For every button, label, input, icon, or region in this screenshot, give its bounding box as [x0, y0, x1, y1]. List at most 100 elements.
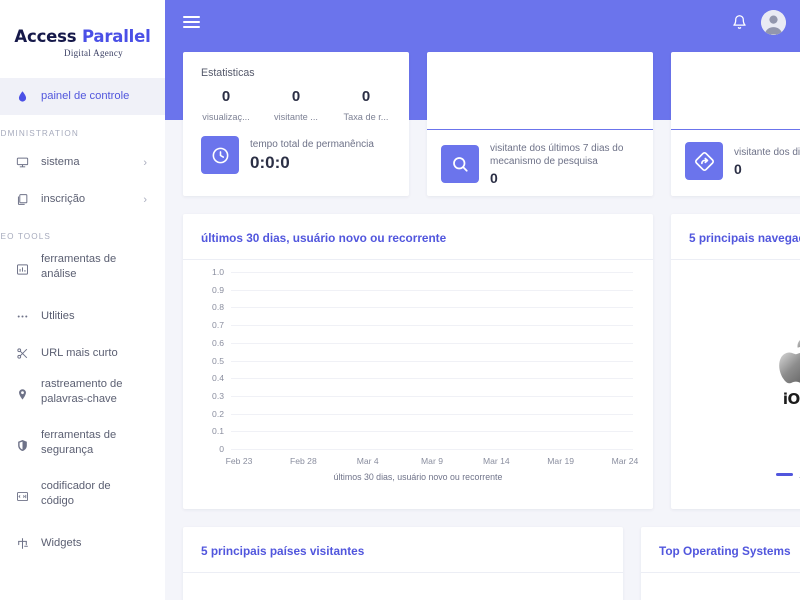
total-time-block: tempo total de permanência 0:0:0: [183, 122, 409, 174]
search-icon: [441, 145, 479, 183]
topbar-actions: [732, 9, 786, 35]
bottom-row: 5 principais países visitantes Top Opera…: [165, 527, 800, 600]
layers-icon: [10, 193, 34, 206]
statistics-card: Estatisticas 0 visualizaç... 0 visitante…: [183, 52, 409, 196]
droplet-icon: [10, 90, 34, 103]
topbar: [165, 0, 800, 44]
sidebar-item-painel-de-controle[interactable]: painel de controle: [0, 78, 165, 115]
sidebar: Access Parallel Digital Agency painel de…: [0, 0, 165, 600]
total-time-value: 0:0:0: [250, 152, 290, 172]
sidebar-section-seo-tools: SEO TOOLS: [0, 232, 51, 241]
chart-y-tick: 1.0: [212, 267, 224, 277]
direct-visitors-text: visitante dos direto 0: [723, 146, 800, 177]
os-heading: Top Operating Systems: [659, 544, 791, 558]
statistics-title: Estatisticas: [201, 67, 255, 79]
metric-value: 0: [221, 88, 231, 105]
metric-label: visitante ...: [274, 112, 318, 122]
chart-gridline: 0.5: [212, 356, 633, 366]
sidebar-item-utlities[interactable]: Utlities: [0, 298, 165, 335]
metric-label: Taxa de r...: [343, 112, 389, 122]
scissors-icon: [10, 347, 34, 360]
stats-row: Estatisticas 0 visualizaç... 0 visitante…: [165, 52, 800, 196]
sidebar-item-label: ferramentas de análise: [41, 253, 117, 281]
search-engine-text: visitante dos últimos 7 dias do mecanism…: [479, 142, 653, 186]
sidebar-item-label: inscrição: [41, 192, 86, 205]
direct-visitors-sparkline: [671, 52, 800, 130]
chart-x-axis: Feb 23 Feb 28 Mar 4 Mar 9 Mar 14 Mar 19 Mar 24: [226, 450, 639, 468]
sidebar-item-label: Widgets: [41, 536, 82, 549]
chart-x-tick: Mar 9: [421, 456, 443, 466]
chart-y-tick: 0: [219, 444, 224, 454]
chart-x-tick: Feb 23: [225, 456, 253, 466]
chart-x-tick: Mar 24: [611, 456, 639, 466]
main-content: Estatisticas 0 visualizaç... 0 visitante…: [165, 0, 800, 600]
user-avatar-icon[interactable]: [761, 9, 786, 35]
chart-y-tick: 0.7: [212, 320, 224, 331]
ios-label: iOS: [782, 390, 800, 408]
chart-gridline: 0.4: [212, 373, 633, 383]
search-engine-sparkline: [427, 52, 653, 130]
chart-gridline: 0.9: [212, 285, 633, 295]
bar-chart-icon: [10, 263, 34, 276]
sidebar-item-rastreamento-de-palavras-chave[interactable]: rastreamento de palavras-chave: [0, 372, 165, 423]
brand-word-parallel: Parallel: [81, 26, 151, 46]
search-engine-caption: visitante dos últimos 7 dias do mecanism…: [490, 143, 624, 167]
sidebar-item-url-mais-curto[interactable]: URL mais curto: [0, 335, 165, 372]
sidebar-item-widgets[interactable]: Widgets: [0, 525, 165, 562]
direct-visitors-caption: visitante dos direto: [734, 146, 800, 158]
direct-visitors-card: visitante dos direto 0: [671, 52, 800, 196]
sidebar-item-inscri-o[interactable]: inscrição ›: [0, 181, 165, 218]
browser-chart-area: iOS: [671, 260, 800, 498]
sidebar-item-codificador-de-c-digo[interactable]: codificador de código: [0, 474, 165, 525]
widgets-icon: [10, 537, 34, 550]
sidebar-item-label: URL mais curto: [41, 346, 118, 359]
total-time-text: tempo total de permanência 0:0:0: [239, 138, 374, 173]
chart-y-tick: 0.4: [212, 373, 224, 384]
chart-y-tick: 0.5: [212, 355, 224, 366]
search-engine-visitors-card: visitante dos últimos 7 dias do mecanism…: [427, 52, 653, 196]
shield-icon: [10, 439, 34, 452]
new-vs-returning-chart-card: últimos 30 dias, usuário novo ou recorre…: [183, 214, 653, 509]
os-logos: iOS: [773, 336, 800, 408]
sidebar-item-sistema[interactable]: sistema ›: [0, 144, 165, 181]
metric-visitors: 0 visitante ...: [261, 88, 331, 122]
direct-visitors-value: 0: [734, 160, 742, 177]
apple-icon: [778, 339, 800, 384]
sidebar-item-label: rastreamento de palavras-chave: [41, 378, 123, 406]
brand-word-access: Access: [14, 26, 77, 46]
ellipsis-icon: [10, 310, 34, 323]
chart-y-tick: 0.9: [212, 284, 224, 295]
top-browsers-card: 5 principais navegad iO: [671, 214, 800, 509]
chevron-right-icon: ›: [143, 156, 147, 169]
chart-y-tick: 0.3: [212, 390, 224, 401]
sidebar-item-ferramentas-de-seguran-a[interactable]: ferramentas de segurança: [0, 423, 165, 474]
chart-x-tick: Mar 4: [356, 456, 379, 466]
chart-plot: 1.0 0.9 0.8 0.7 0.6 0.5 0.4 0.3 0.2 0.1 0: [212, 267, 633, 454]
browser-legend[interactable]: Área de Trabalho: [671, 469, 800, 480]
sidebar-item-label: Utlities: [41, 309, 75, 322]
chart-x-tick: Mar 19: [547, 456, 574, 466]
direction-arrow-icon: [685, 142, 723, 180]
chart-y-tick: 0.6: [212, 337, 224, 348]
browser-heading: 5 principais navegad: [689, 231, 800, 245]
chart-gridline: 0.3: [212, 391, 633, 401]
ios-logo-block: iOS: [773, 336, 800, 408]
chart-gridline: 0.2: [212, 409, 633, 419]
search-engine-value: 0: [490, 170, 498, 186]
monitor-icon: [10, 156, 34, 169]
sidebar-item-ferramentas-de-an-lise[interactable]: ferramentas de análise: [0, 247, 165, 298]
sidebar-item-label: painel de controle: [41, 89, 130, 102]
bell-notification-icon[interactable]: [732, 14, 747, 30]
chart-y-tick: 0.8: [212, 302, 224, 313]
top-operating-systems-card: Top Operating Systems: [641, 527, 800, 600]
metric-value: 0: [361, 88, 371, 105]
top-countries-card: 5 principais países visitantes: [183, 527, 623, 600]
brand-logo[interactable]: Access Parallel Digital Agency: [0, 0, 165, 78]
hamburger-menu-icon[interactable]: [183, 16, 200, 28]
chart-gridline: 1.0: [212, 267, 633, 277]
sidebar-nav: painel de controle ADMINISTRATION sistema ›…: [0, 78, 165, 562]
chart-y-tick: 0.2: [212, 408, 224, 419]
legend-color-swatch: [775, 473, 793, 476]
hamburger-bar: [183, 16, 200, 18]
brand-subtitle: Digital Agency: [64, 47, 123, 58]
